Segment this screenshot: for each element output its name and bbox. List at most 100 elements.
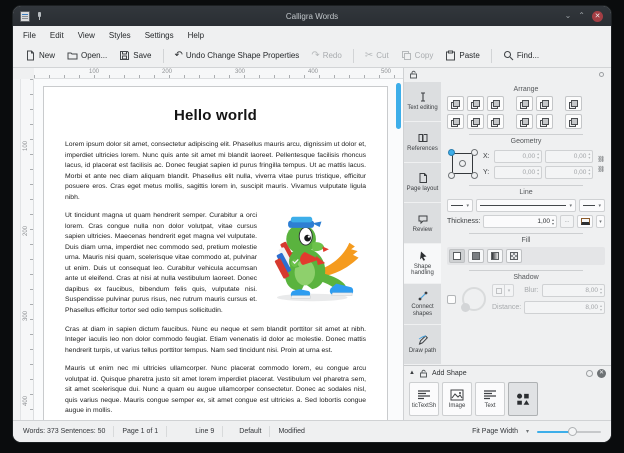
chevron-down-icon[interactable]: ▾ [526,428,529,435]
menu-file[interactable]: File [23,31,36,40]
save-button[interactable]: Save [115,48,155,63]
fill-solid-button[interactable] [468,249,484,263]
line-style-select[interactable]: ▾ [476,199,576,212]
paragraph[interactable]: Mauris ut enim nec mi ultricies ullamcor… [65,364,366,417]
paragraph[interactable]: Ut tincidunt magna ut quam hendrerit sem… [65,211,366,316]
shadow-blur-input[interactable]: 8,00▴▾ [542,284,605,297]
shape-collection-button[interactable] [508,382,538,416]
collapse-docker-icon[interactable]: ▲ [409,370,415,376]
menu-help[interactable]: Help [188,31,204,40]
scrollbar-thumb[interactable] [396,83,401,129]
align-hcenter-button[interactable] [536,96,553,111]
lock-icon[interactable] [409,70,418,79]
shadow-enable-checkbox[interactable] [447,295,456,304]
align-vcenter-icon [520,118,529,126]
paste-button[interactable]: Paste [441,48,483,63]
pin-icon[interactable] [35,12,43,20]
word-count[interactable]: Words: 373 Sentences: 50 [23,428,105,435]
bring-to-front-button[interactable] [447,96,464,111]
new-button[interactable]: New [21,48,59,63]
anchor-bottom-right[interactable] [471,172,478,179]
menu-view[interactable]: View [78,31,95,40]
tab-review[interactable]: Review [404,203,441,242]
line-start-marker-select[interactable]: ▾ [447,199,473,212]
document-page[interactable]: Hello world Lorem ipsum dolor sit amet, … [43,86,388,420]
float-panel-icon[interactable] [597,70,606,79]
anchor-position-widget[interactable] [447,148,479,180]
cut-button[interactable]: ✂ Cut [361,48,393,63]
height-input[interactable]: 0,00▴▾ [545,166,593,179]
image-shape-button[interactable]: Image [442,382,472,416]
page-indicator[interactable]: Page 1 of 1 [122,428,158,435]
keep-ratio-icon[interactable]: ⛓ [597,166,605,173]
style-indicator[interactable]: Default [239,428,261,435]
paragraph[interactable]: Lorem ipsum dolor sit amet, consectetur … [65,140,366,203]
document-canvas[interactable]: Hello world Lorem ipsum dolor sit amet, … [34,79,403,420]
undo-button[interactable]: ↶ Undo Change Shape Properties [171,48,304,63]
paragraph[interactable]: Cras at diam in sapien dictum faucibus. … [65,325,366,357]
align-bottom-button[interactable] [487,114,504,129]
anchor-top-right[interactable] [471,149,478,156]
shadow-distance-input[interactable]: 8,00▴▾ [524,301,605,314]
tab-draw-path[interactable]: Draw path [404,325,441,364]
anchor-bottom-left[interactable] [448,172,455,179]
document-scrollbar[interactable] [396,83,401,416]
close-icon[interactable]: ✕ [592,11,603,22]
ungroup-shapes-button[interactable] [565,114,582,129]
keep-ratio-icon[interactable]: ⛓ [597,156,605,163]
vertical-ruler[interactable]: 100 200 300 400 [21,79,34,420]
shadow-color-select[interactable]: ▾ [492,284,521,297]
fill-gradient-button[interactable] [487,249,503,263]
fill-none-button[interactable] [449,249,465,263]
float-docker-icon[interactable] [586,370,593,377]
close-docker-icon[interactable]: ✕ [597,369,606,378]
line-end-marker-select[interactable]: ▾ [579,199,605,212]
text-editing-icon [417,91,429,103]
anchor-top-left[interactable] [448,149,455,156]
lower-shape-button[interactable] [487,96,504,111]
tab-connect-shapes[interactable]: Connect shapes [404,284,441,323]
redo-button[interactable]: ↷ Redo [307,48,346,63]
document-heading[interactable]: Hello world [65,107,366,124]
menu-settings[interactable]: Settings [145,31,174,40]
zoom-slider[interactable] [537,427,601,436]
titlebar[interactable]: Calligra Words ⌄ ⌃ ✕ [13,6,611,26]
line-options-button[interactable]: ... [560,215,574,228]
menu-styles[interactable]: Styles [109,31,131,40]
align-vcenter-button[interactable] [516,114,533,129]
line-color-button[interactable] [577,215,593,228]
tab-page-layout[interactable]: Page layout [404,163,441,202]
copy-button[interactable]: Copy [397,48,438,63]
raise-shape-button[interactable] [467,96,484,111]
distance-label: Distance: [492,304,521,311]
zoom-slider-knob[interactable] [568,427,577,436]
maximize-icon[interactable]: ⌃ [578,12,585,20]
open-button[interactable]: Open... [63,48,111,63]
line-color-dropdown[interactable]: ▾ [596,215,605,228]
minimize-icon[interactable]: ⌄ [565,12,572,20]
tab-references[interactable]: References [404,122,441,161]
group-shapes-button[interactable] [565,96,582,111]
text-shape-button[interactable]: Text [475,382,505,416]
konqi-mascot-image[interactable] [264,213,366,305]
x-position-input[interactable]: 0,00▴▾ [494,150,542,163]
send-to-back-button[interactable] [447,114,464,129]
distribute-button[interactable] [536,114,553,129]
find-button[interactable]: Find... [499,48,543,63]
width-input[interactable]: 0,00▴▾ [545,150,593,163]
thickness-input[interactable]: 1,00▴▾ [483,215,557,228]
new-document-icon [25,50,36,61]
align-top-button[interactable] [467,114,484,129]
menu-edit[interactable]: Edit [50,31,64,40]
tab-text-editing[interactable]: Text editing [404,82,441,121]
horizontal-ruler[interactable]: 100 200 300 400 500 [34,68,403,79]
static-text-shape-button[interactable]: ticTextSh [409,382,439,416]
anchor-center[interactable] [459,160,466,167]
shadow-angle-dial[interactable] [462,287,486,311]
y-position-input[interactable]: 0,00▴▾ [494,166,542,179]
zoom-mode-select[interactable]: Fit Page Width [472,428,518,435]
fill-pattern-button[interactable] [506,249,522,263]
tab-shape-handling[interactable]: Shape handling [404,244,441,283]
docker-lock-icon[interactable] [419,369,428,378]
align-left-button[interactable] [516,96,533,111]
